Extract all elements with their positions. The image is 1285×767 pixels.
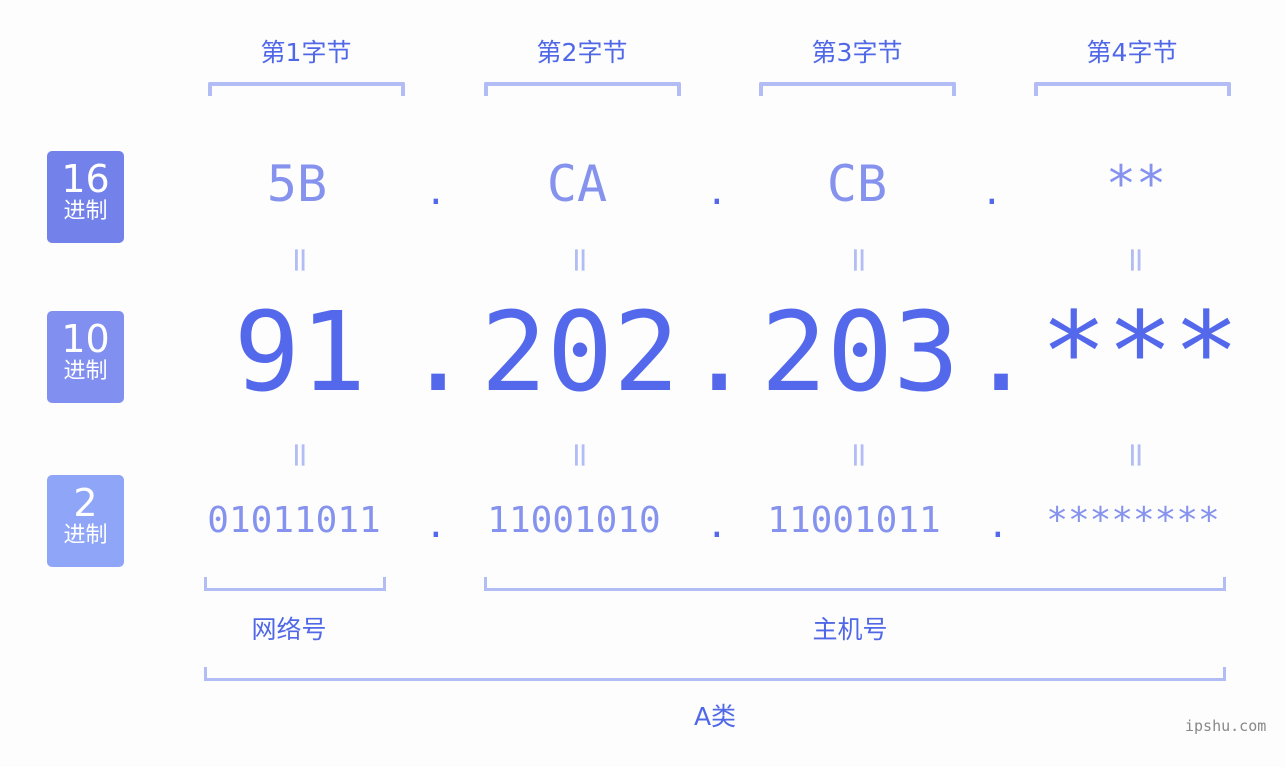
hex-separator-2: . [706, 172, 728, 213]
bin-separator-3: . [987, 505, 1009, 546]
watermark: ipshu.com [1185, 717, 1267, 735]
equals-dec-bin-4: = [1116, 440, 1156, 470]
dec-byte-2: 202 [480, 288, 680, 416]
network-label: 网络号 [251, 615, 327, 644]
hex-badge-unit: 进制 [63, 199, 108, 224]
bin-byte-2: 11001010 [487, 500, 661, 541]
hex-byte-4: ** [1105, 155, 1167, 213]
dec-separator-2: . [686, 288, 753, 416]
bin-separator-1: . [425, 505, 447, 546]
bin-badge-unit: 进制 [63, 523, 108, 548]
bin-byte-4: ******** [1046, 500, 1220, 541]
bin-byte-1: 01011011 [207, 500, 381, 541]
byte-2-label: 第2字节 [536, 38, 628, 67]
dec-badge-unit: 进制 [63, 359, 108, 384]
hex-separator-1: . [425, 172, 447, 213]
network-bracket [204, 577, 386, 591]
dec-separator-3: . [968, 288, 1035, 416]
byte-4-label: 第4字节 [1086, 38, 1178, 67]
byte-1-label: 第1字节 [260, 38, 352, 67]
hex-byte-1: 5B [266, 155, 328, 213]
dec-byte-3: 203 [760, 288, 960, 416]
hex-byte-2: CA [546, 155, 608, 213]
equals-dec-bin-2: = [560, 440, 600, 470]
bin-badge: 2 进制 [47, 475, 124, 567]
equals-hex-dec-1: = [280, 245, 320, 275]
byte-1-bracket [208, 82, 405, 96]
dec-byte-4: *** [1040, 288, 1240, 416]
bin-badge-number: 2 [73, 481, 98, 525]
equals-hex-dec-2: = [560, 245, 600, 275]
bin-byte-3: 11001011 [767, 500, 941, 541]
hex-separator-3: . [981, 172, 1003, 213]
host-bracket [484, 577, 1226, 591]
dec-badge-number: 10 [61, 317, 110, 361]
hex-badge: 16 进制 [47, 151, 124, 243]
dec-badge: 10 进制 [47, 311, 124, 403]
equals-dec-bin-3: = [839, 440, 879, 470]
dec-separator-1: . [405, 288, 472, 416]
hex-badge-number: 16 [61, 157, 110, 201]
class-bracket [204, 667, 1226, 681]
byte-3-bracket [759, 82, 956, 96]
host-label: 主机号 [812, 615, 888, 644]
hex-byte-3: CB [826, 155, 888, 213]
byte-3-label: 第3字节 [811, 38, 903, 67]
equals-hex-dec-3: = [839, 245, 879, 275]
equals-dec-bin-1: = [280, 440, 320, 470]
equals-hex-dec-4: = [1116, 245, 1156, 275]
bin-separator-2: . [706, 505, 728, 546]
dec-byte-1: 91 [233, 288, 367, 416]
byte-2-bracket [484, 82, 681, 96]
byte-4-bracket [1034, 82, 1231, 96]
class-label: A类 [693, 702, 737, 731]
